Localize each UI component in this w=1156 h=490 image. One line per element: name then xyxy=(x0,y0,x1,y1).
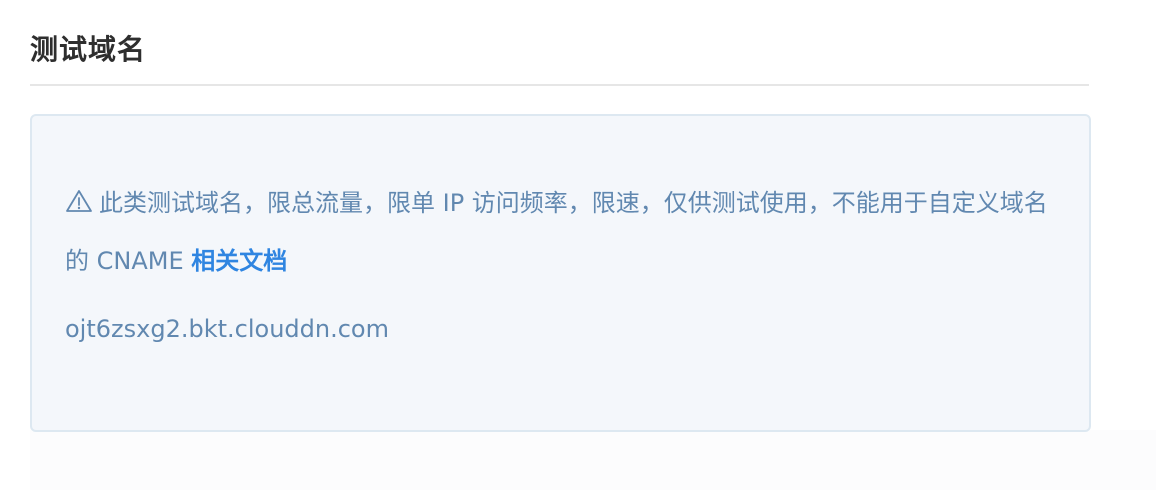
title-divider xyxy=(30,84,1089,86)
test-domain-value: ojt6zsxg2.bkt.clouddn.com xyxy=(65,315,389,343)
warning-triangle-icon xyxy=(65,176,93,212)
related-docs-link[interactable]: 相关文档 xyxy=(191,247,287,275)
test-domain-notice: 此类测试域名，限总流量，限单 IP 访问频率，限速，仅供测试使用，不能用于自定义… xyxy=(65,174,1065,290)
section-title: 测试域名 xyxy=(30,33,147,66)
bottom-background xyxy=(30,430,1156,490)
test-domain-panel: 测试域名 此类测试域名，限总流量，限单 IP 访问频率，限速，仅供测试使用，不能… xyxy=(0,0,1156,490)
test-domain-info-box: 此类测试域名，限总流量，限单 IP 访问频率，限速，仅供测试使用，不能用于自定义… xyxy=(30,114,1091,432)
